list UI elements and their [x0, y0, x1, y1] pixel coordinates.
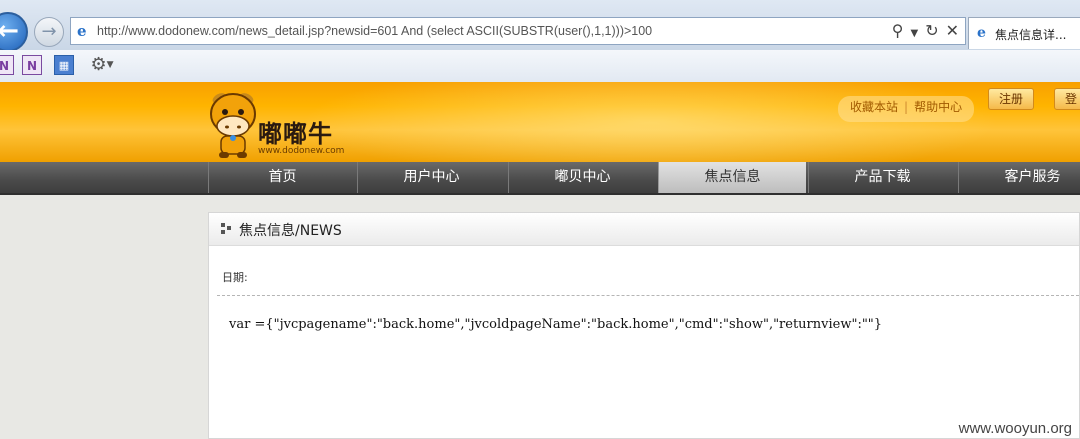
address-bar[interactable]: e http://www.dodonew.com/news_detail.jsp…: [70, 17, 966, 45]
cow-mascot-logo: [210, 93, 256, 158]
address-url[interactable]: http://www.dodonew.com/news_detail.jsp?n…: [97, 24, 652, 38]
bookmark-site-link[interactable]: 收藏本站: [850, 100, 898, 114]
section-title: 焦点信息/NEWS: [239, 223, 342, 239]
onenote-icon[interactable]: N: [0, 55, 14, 75]
login-button[interactable]: 登: [1054, 88, 1080, 110]
nav-item-downloads[interactable]: 产品下载: [808, 162, 956, 193]
tools-gear-icon[interactable]: ⚙▼: [84, 55, 120, 75]
news-body-text: var ={"jvcpagename":"back.home","jvcoldp…: [229, 317, 883, 332]
tab-title: 焦点信息详...: [995, 28, 1067, 42]
news-panel-header: 焦点信息/NEWS: [209, 213, 1079, 246]
back-button[interactable]: ←: [0, 12, 28, 52]
header-links: 收藏本站 | 帮助中心: [838, 96, 975, 122]
watermark: www.wooyun.org: [958, 420, 1072, 437]
ie-page-icon: e: [77, 22, 87, 40]
section-bullet-icon: [221, 223, 233, 235]
register-button[interactable]: 注册: [988, 88, 1035, 110]
forward-button[interactable]: →: [34, 17, 64, 47]
site-logo-text[interactable]: 嘟嘟牛: [258, 114, 333, 149]
nav-item-dubei-center[interactable]: 嘟贝中心: [508, 162, 656, 193]
ie-tab-icon: e: [977, 25, 986, 41]
stop-icon[interactable]: ✕: [946, 21, 959, 40]
nav-item-home[interactable]: 首页: [208, 162, 356, 193]
command-bar: N N ▦ ⚙▼: [0, 50, 1080, 83]
search-icon[interactable]: ⚲: [892, 21, 904, 40]
news-date-label: 日期:: [222, 271, 248, 284]
grid-tool-icon[interactable]: ▦: [54, 55, 74, 75]
browser-toolbar: ← → e http://www.dodonew.com/news_detail…: [0, 0, 1080, 52]
address-tools: ⚲ ▼ ↻ ✕: [885, 21, 959, 40]
refresh-icon[interactable]: ↻: [925, 21, 938, 40]
divider: [217, 295, 1079, 296]
help-center-link[interactable]: 帮助中心: [914, 100, 962, 114]
onenote-linked-icon[interactable]: N: [22, 55, 42, 75]
nav-item-focus-news[interactable]: 焦点信息: [658, 162, 806, 193]
site-header: 嘟嘟牛 www.dodonew.com 收藏本站 | 帮助中心 注册 登: [0, 82, 1080, 162]
news-panel: 焦点信息/NEWS 日期: var ={"jvcpagename":"back.…: [208, 212, 1080, 439]
browser-tab[interactable]: e 焦点信息详...: [968, 17, 1080, 49]
nav-item-customer-service[interactable]: 客户服务: [958, 162, 1080, 193]
main-nav: 首页 用户中心 嘟贝中心 焦点信息 产品下载 客户服务: [0, 162, 1080, 195]
site-logo-url: www.dodonew.com: [258, 146, 345, 156]
dropdown-icon[interactable]: ▼: [910, 28, 918, 39]
nav-item-user-center[interactable]: 用户中心: [357, 162, 505, 193]
